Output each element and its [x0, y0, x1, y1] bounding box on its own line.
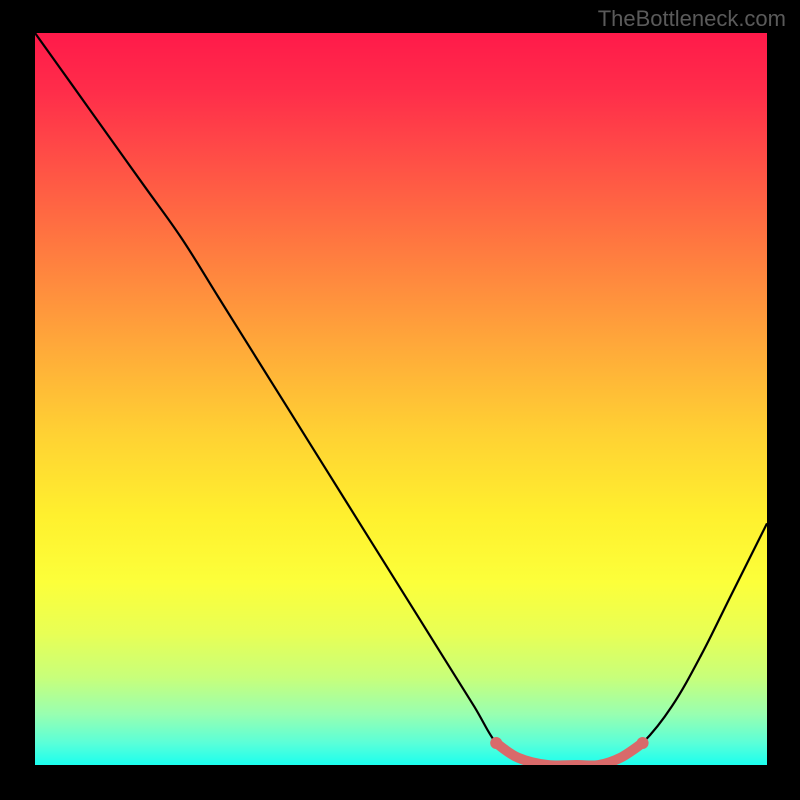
plot-area — [35, 33, 767, 765]
bottleneck-curve — [35, 33, 767, 765]
watermark-text: TheBottleneck.com — [598, 6, 786, 32]
highlight-dot-start — [490, 737, 502, 749]
highlight-dot-end — [637, 737, 649, 749]
highlight-segment — [496, 743, 642, 765]
chart-svg — [35, 33, 767, 765]
